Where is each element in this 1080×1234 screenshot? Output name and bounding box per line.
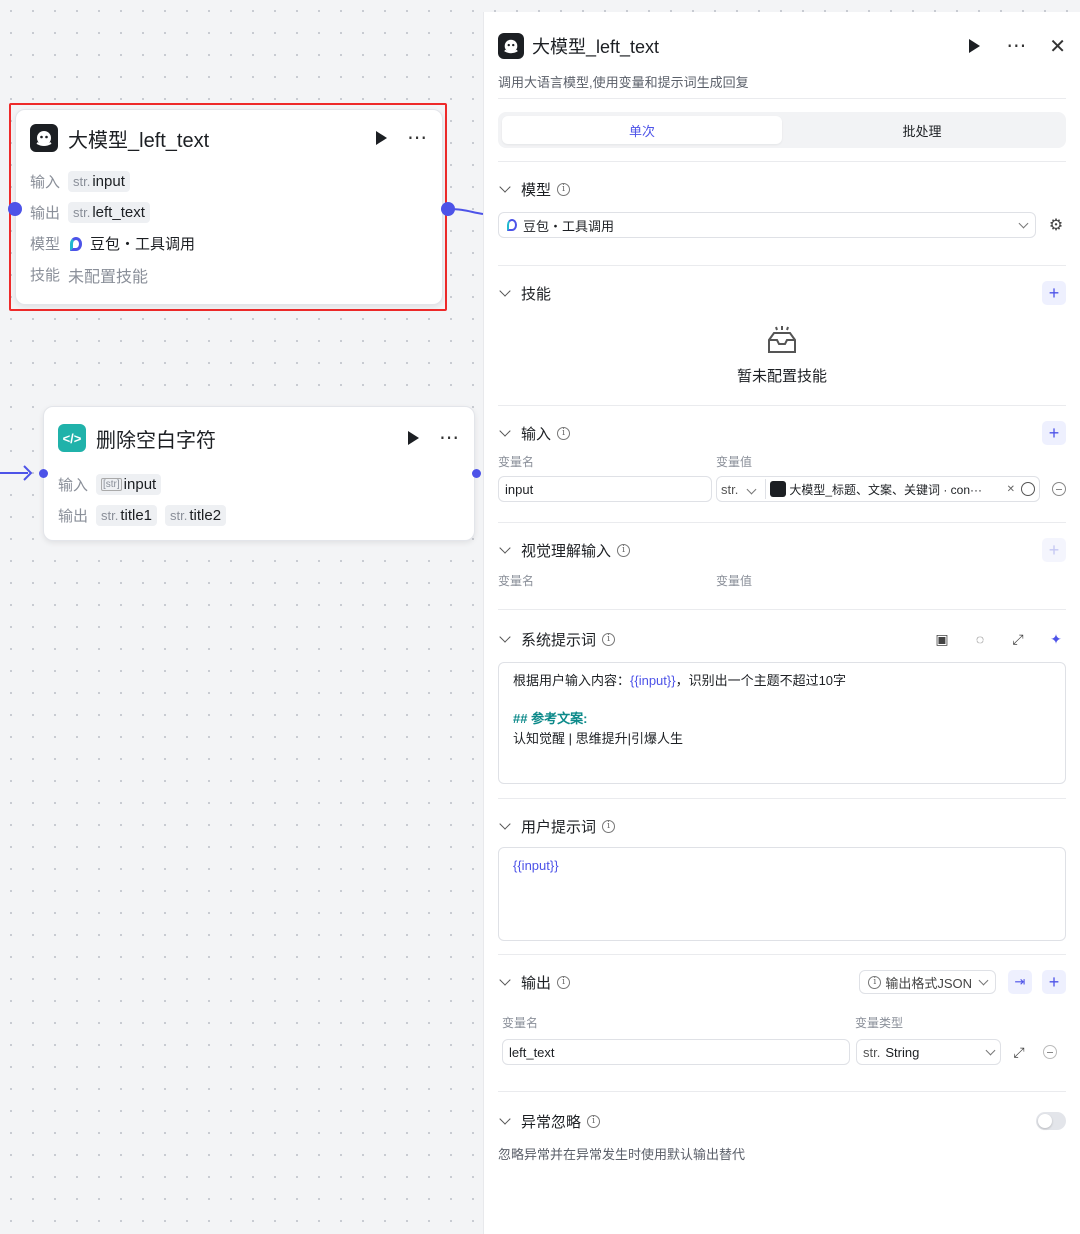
trim-node-input-port[interactable] [39,469,48,478]
expand-icon[interactable]: ⤢ [1008,629,1028,649]
trim-node-input-row: 输入 [str] input [44,469,474,500]
output-format-select[interactable]: i 输出格式JSON [859,970,996,994]
chevron-down-icon[interactable] [499,818,511,830]
input-chip: [str] input [96,474,162,495]
more-icon[interactable]: ⋯ [1006,36,1027,56]
mode-tabs: 单次 批处理 [498,112,1066,148]
info-icon: i [868,975,882,989]
remove-input-icon[interactable] [1052,482,1066,496]
llm-node-input-port[interactable] [8,202,22,216]
output-chip: str. title2 [165,505,227,526]
chevron-down-icon[interactable] [499,285,511,297]
output-var-name[interactable]: left_text [502,1039,850,1065]
info-icon[interactable]: i [602,819,616,833]
input-var-name[interactable]: input [498,476,712,502]
info-icon[interactable]: i [587,1114,601,1128]
llm-node-skill-row: 技能 未配置技能 [30,267,149,286]
tab-batch[interactable]: 批处理 [782,116,1062,144]
trim-node-output-port[interactable] [472,469,481,478]
doubao-icon [70,236,82,251]
variable-settings-icon[interactable] [1021,482,1035,496]
expand-icon[interactable]: ⤢ [1009,1042,1029,1062]
tab-single[interactable]: 单次 [502,116,782,144]
output-chip: str. title1 [96,505,158,526]
llm-node-output-port[interactable] [441,202,455,216]
add-input-button[interactable]: + [1042,421,1066,445]
info-icon[interactable]: i [602,632,616,646]
empty-box-icon [768,326,796,353]
clear-icon[interactable]: ✕ [1007,484,1015,495]
chevron-down-icon[interactable] [499,425,511,437]
trim-node-output-row: 输出 str. title1 str. title2 [44,500,474,531]
info-icon[interactable]: i [557,426,571,440]
input-chip: str. input [68,171,130,192]
empty-skill-text: 暂未配置技能 [736,368,827,385]
llm-node-output-row: 输出 str. left_text [16,197,442,228]
doubao-icon [507,219,517,231]
input-var-ref[interactable]: str. 大模型_标题、文案、关键词 · con··· ✕ [716,476,1040,502]
prompt-library-icon[interactable]: ▣ [932,629,952,649]
model-select[interactable]: 豆包・工具调用 [498,212,1036,238]
chevron-down-icon[interactable] [499,542,511,554]
more-icon[interactable]: ⋯ [407,128,428,148]
llm-node-title: 大模型_left_text [68,129,210,152]
exception-toggle[interactable] [1036,1112,1066,1130]
exception-description: 忽略异常并在异常发生时使用默认输出替代 [498,1147,746,1162]
chevron-down-icon[interactable] [499,974,511,986]
output-chip: str. left_text [68,202,150,223]
run-icon[interactable] [969,39,981,53]
chevron-down-icon [985,1045,996,1055]
chevron-down-icon[interactable] [499,631,511,643]
vision-input-section: 视觉理解输入 i + 变量名 变量值 [484,523,1080,609]
llm-node-icon [30,124,58,152]
more-icon[interactable]: ⋯ [439,428,460,448]
import-output-button[interactable]: ⇥ [1008,970,1032,994]
ai-optimize-icon[interactable]: ✦ [1046,629,1066,649]
chevron-down-icon[interactable] [499,1113,511,1125]
skills-section: 技能 + 暂未配置技能 [484,266,1080,405]
exception-section: 异常忽略 i 忽略异常并在异常发生时使用默认输出替代 [484,1092,1080,1171]
llm-icon [498,33,524,59]
info-icon[interactable]: i [617,543,631,557]
input-section: 输入 i + 变量名 变量值 input str. 大模型_标题、文案、关键词 … [484,406,1080,522]
add-vision-input-button[interactable]: + [1042,538,1066,562]
llm-node[interactable]: 大模型_left_text ⋯ 输入 str. input 输出 str. left… [15,109,443,305]
user-prompt-editor[interactable]: {{input}} [498,847,1066,941]
gear-icon[interactable]: ⚙ [1046,215,1066,235]
run-icon[interactable] [408,431,419,445]
close-icon[interactable]: ✕ [1049,34,1066,59]
trim-node-title: 删除空白字符 [96,429,216,452]
user-prompt-section: 用户提示词 i {{input}} [484,799,1080,954]
lightbulb-icon[interactable]: ◌ [970,629,990,649]
llm-node-input-row: 输入 str. input [16,166,442,197]
info-icon[interactable]: i [557,975,571,989]
code-icon: </> [58,424,86,452]
output-section: 输出 i i 输出格式JSON ⇥ + 变量名 变量类型 left_text s… [484,955,1080,1091]
llm-icon [770,481,787,497]
chevron-down-icon [978,975,989,985]
chevron-down-icon[interactable] [499,181,511,193]
trim-node[interactable]: </> 删除空白字符 ⋯ 输入 [str] input 输出 str. title1… [43,406,475,541]
system-prompt-section: 系统提示词 i ▣ ◌ ⤢ ✦ 根据用户输入内容：{{input}}，识别出一个… [484,610,1080,798]
llm-node-model-row: 模型 豆包・工具调用 [30,236,196,253]
system-prompt-editor[interactable]: 根据用户输入内容：{{input}}，识别出一个主题不超过10字 ## 参考文案… [498,662,1066,784]
add-output-button[interactable]: + [1042,970,1066,994]
run-icon[interactable] [376,131,387,145]
chevron-down-icon [1018,218,1029,228]
add-skill-button[interactable]: + [1042,281,1066,305]
output-var-type-select[interactable]: str. String [856,1039,1001,1065]
info-icon[interactable]: i [557,182,571,196]
model-section: 模型 i 豆包・工具调用 ⚙ [484,162,1080,265]
chevron-down-icon[interactable] [746,484,757,494]
node-config-panel: 大模型_left_text ⋯ ✕ 调用大语言模型,使用变量和提示词生成回复 单… [483,12,1080,1234]
panel-description: 调用大语言模型,使用变量和提示词生成回复 [498,75,749,90]
panel-title: 大模型_left_text [532,37,660,57]
remove-output-icon[interactable] [1043,1045,1057,1059]
